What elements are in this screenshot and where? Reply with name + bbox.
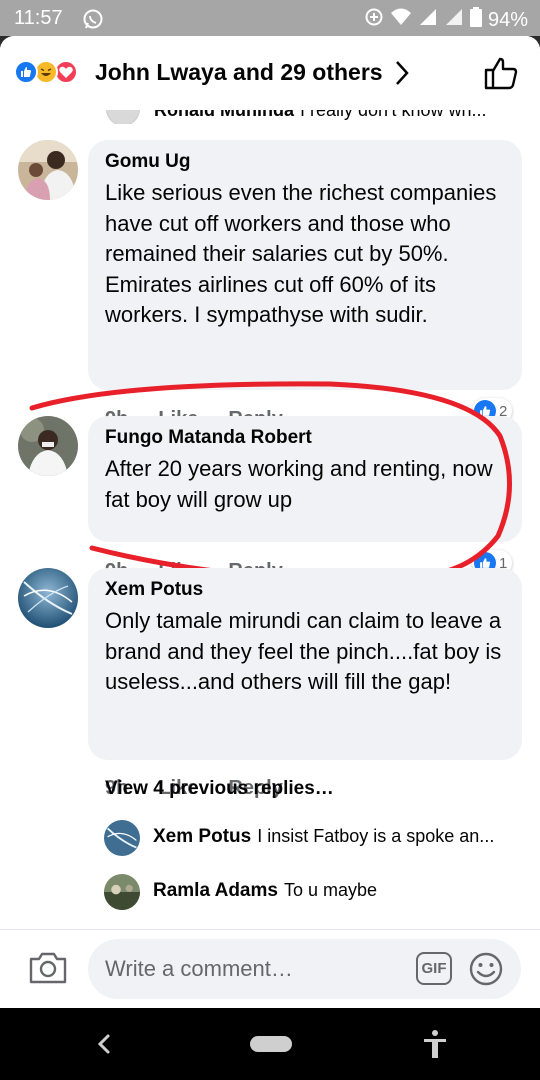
avatar[interactable]: [18, 140, 78, 200]
whatsapp-icon: [82, 8, 104, 35]
emoji-icon[interactable]: [468, 951, 504, 992]
avatar: [104, 874, 140, 910]
home-pill[interactable]: [250, 1036, 292, 1052]
data-saver-icon: [364, 7, 384, 33]
reply-text: Ramla Adams To u maybe: [153, 880, 523, 902]
comment-input-placeholder: Write a comment…: [105, 956, 293, 981]
comment-author[interactable]: Fungo Matanda Robert: [105, 427, 506, 449]
comment-text: Only tamale mirundi can claim to leave a…: [105, 608, 502, 694]
avatar: [104, 820, 140, 856]
comment-text: After 20 years working and renting, now …: [105, 456, 493, 512]
partial-reply-body: I really don't know wh...: [299, 110, 487, 120]
comments-sheet: John Lwaya and 29 others Ronald Muhinda I…: [0, 36, 540, 1008]
comment-text: Like serious even the richest companies …: [105, 180, 497, 327]
comment-composer: Write a comment… GIF: [0, 929, 540, 1008]
reply-text: Xem Potus I insist Fatboy is a spoke an..…: [153, 826, 523, 848]
wifi-icon: [390, 7, 412, 33]
accessibility-icon[interactable]: [422, 1028, 448, 1065]
battery-icon: [469, 7, 482, 33]
comment-bubble[interactable]: Fungo Matanda Robert After 20 years work…: [88, 416, 522, 542]
gif-button[interactable]: GIF: [416, 952, 452, 985]
comment-author[interactable]: Xem Potus: [105, 579, 506, 601]
reaction-icons: [14, 60, 94, 84]
reply-body: I insist Fatboy is a spoke an...: [257, 826, 495, 846]
avatar[interactable]: [18, 568, 78, 628]
signal-icon: [418, 7, 438, 33]
reply-preview[interactable]: Xem Potus I insist Fatboy is a spoke an..…: [104, 820, 534, 858]
avatar[interactable]: [18, 416, 78, 476]
camera-icon[interactable]: [28, 950, 68, 991]
comment-bubble[interactable]: Gomu Ug Like serious even the richest co…: [88, 140, 522, 390]
comment-input[interactable]: Write a comment… GIF: [88, 939, 521, 999]
status-time: 11:57: [14, 7, 63, 29]
reply-author: Xem Potus: [153, 826, 252, 847]
avatar: [106, 110, 140, 124]
reply-body: To u maybe: [283, 880, 378, 900]
status-bar: 11:57 94%: [0, 0, 540, 36]
reactions-header[interactable]: John Lwaya and 29 others: [0, 36, 540, 110]
reply-author: Ramla Adams: [153, 880, 278, 901]
partial-reply-text: Ronald Muhinda I really don't know wh...: [154, 110, 487, 121]
signal-r-icon: [444, 7, 464, 33]
system-nav-bar: [0, 1008, 540, 1080]
chevron-right-icon[interactable]: [392, 58, 412, 93]
partial-reply-author: Ronald Muhinda: [154, 110, 294, 120]
reactions-summary[interactable]: John Lwaya and 29 others: [95, 59, 383, 86]
view-previous-replies[interactable]: View 4 previous replies…: [105, 778, 334, 800]
reply-preview[interactable]: Ramla Adams To u maybe: [104, 874, 534, 912]
partial-reply-row: Ronald Muhinda I really don't know wh...: [0, 110, 540, 124]
comment-author[interactable]: Gomu Ug: [105, 151, 506, 173]
back-icon[interactable]: [94, 1030, 114, 1063]
like-outline-icon[interactable]: [482, 54, 520, 97]
like-reaction-icon: [14, 60, 38, 84]
comment-bubble[interactable]: Xem Potus Only tamale mirundi can claim …: [88, 568, 522, 760]
battery-percent: 94%: [487, 8, 528, 31]
